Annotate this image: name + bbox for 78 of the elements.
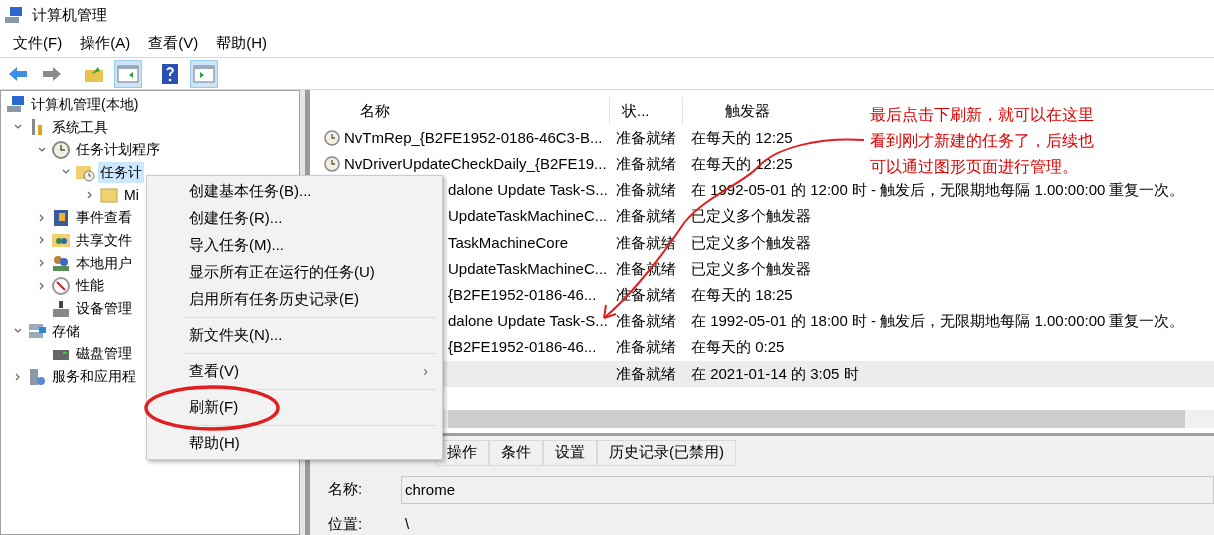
context-menu-item[interactable]: 导入任务(M)...	[147, 232, 442, 259]
location-value: \	[404, 513, 411, 534]
annotation-note: 最后点击下刷新，就可以在这里 看到刚才新建的任务了，后续也 可以通过图形页面进行管理。	[870, 105, 1094, 177]
pane-left-icon	[117, 64, 139, 83]
clock-icon	[51, 139, 71, 160]
column-header[interactable]: 名称	[310, 97, 610, 125]
table-cell-text: 已定义多个触发器	[690, 232, 811, 253]
table-cell-text: 在每天的 0:25	[690, 337, 785, 358]
context-menu-item[interactable]: 启用所有任务历史记录(E)	[147, 286, 442, 313]
tree-item[interactable]: 任务计划程序	[74, 139, 162, 161]
table-cell-text: {B2FE1952-0186-46...	[448, 337, 597, 358]
tree-item[interactable]: 磁盘管理	[74, 343, 134, 365]
horizontal-scrollbar[interactable]	[448, 409, 1185, 428]
table-cell-text: NvDriverUpdateCheckDaily_{B2FE19...	[344, 154, 607, 175]
table-cell-text: 在 1992-05-01 的 18:00 时 - 触发后，无限期地每隔 1.00:00:00 重复一次。	[690, 311, 1185, 332]
users-icon	[51, 253, 71, 274]
table-cell-text: UpdateTaskMachineC...	[448, 258, 608, 279]
device-icon	[51, 298, 71, 319]
context-menu-item[interactable]: 显示所有正在运行的任务(U)	[147, 259, 442, 286]
folder-icon	[99, 185, 119, 206]
clock-icon	[324, 156, 340, 173]
table-cell-text: NvTmRep_{B2FE1952-0186-46C3-B...	[344, 127, 603, 148]
tree-item[interactable]: 存储	[50, 320, 82, 342]
context-menu-item[interactable]: 创建基本任务(B)...	[147, 178, 442, 205]
table-cell-text: 已定义多个触发器	[690, 258, 811, 279]
table-cell-text: 在每天的 18:25	[690, 284, 793, 305]
table-cell[interactable]: 准备就绪	[610, 360, 683, 387]
tree-item[interactable]: 计算机管理(本地)	[29, 93, 141, 115]
table-cell[interactable]: 准备就绪	[610, 308, 683, 335]
tab[interactable]: 设置	[543, 439, 597, 466]
table-cell-text: UpdateTaskMachineC...	[448, 206, 608, 227]
context-menu-item[interactable]: 查看(V) ›	[147, 358, 442, 385]
tree-item[interactable]: 系统工具	[50, 116, 110, 138]
window-title: 计算机管理	[32, 4, 107, 25]
tree-item[interactable]: 事件查看	[74, 207, 134, 229]
log-book-icon	[51, 207, 71, 228]
context-menu-item[interactable]: 新文件夹(N)...	[147, 322, 442, 349]
menu-item[interactable]: 操作(A)	[71, 32, 140, 55]
table-cell-text: 已定义多个触发器	[690, 206, 811, 227]
tree-item[interactable]: Mi	[122, 184, 141, 206]
menu-item[interactable]: 帮助(H)	[207, 32, 276, 55]
pane-right-icon	[193, 64, 215, 83]
back-arrow-icon	[8, 65, 28, 82]
forward-arrow-icon	[42, 65, 62, 82]
field-label: 名称:	[328, 479, 364, 500]
column-header[interactable]: 触发器	[683, 97, 770, 125]
table-cell: 在 2021-01-14 的 3:05 时	[683, 360, 1214, 387]
server-gear-icon	[27, 366, 47, 387]
tree-item[interactable]: 本地用户	[74, 252, 134, 274]
tree-item[interactable]: 服务和应用程	[50, 366, 138, 388]
tree-item[interactable]: 共享文件	[74, 229, 134, 251]
context-menu-item[interactable]: 刷新(F)	[147, 394, 442, 421]
tab[interactable]: 条件	[489, 439, 543, 466]
table-cell[interactable]: 准备就绪	[610, 151, 683, 178]
clock-icon	[324, 130, 340, 147]
table-cell-text: 在每天的 12:25	[690, 127, 793, 148]
tree-item[interactable]: 设备管理	[74, 298, 134, 320]
computer-icon	[6, 94, 26, 115]
menu-item[interactable]: 文件(F)	[4, 32, 72, 55]
table-cell[interactable]: 准备就绪	[610, 334, 683, 361]
tree-item[interactable]: 任务计	[98, 161, 144, 183]
table-cell[interactable]: 准备就绪	[610, 125, 683, 152]
computer-icon	[4, 5, 24, 25]
tab[interactable]: 历史记录(已禁用)	[597, 439, 736, 466]
field-label: 位置:	[328, 513, 364, 534]
table-cell[interactable]: 准备就绪	[610, 177, 683, 204]
context-menu-item[interactable]: 创建任务(R)...	[147, 205, 442, 232]
menu-item[interactable]: 查看(V)	[139, 32, 208, 55]
table-cell[interactable]: 准备就绪	[610, 203, 683, 230]
name-field[interactable]: chrome	[401, 475, 1214, 504]
table-cell-text: dalone Update Task-S...	[448, 311, 608, 332]
help-icon	[161, 62, 179, 85]
table-cell-text: TaskMachineCore	[448, 232, 569, 253]
tree-item[interactable]: 性能	[74, 275, 106, 297]
column-header[interactable]: 状...	[610, 97, 683, 125]
table-cell-text: {B2FE1952-0186-46...	[448, 284, 597, 305]
gauge-icon	[51, 275, 71, 296]
table-cell-text: dalone Update Task-S...	[448, 180, 608, 201]
